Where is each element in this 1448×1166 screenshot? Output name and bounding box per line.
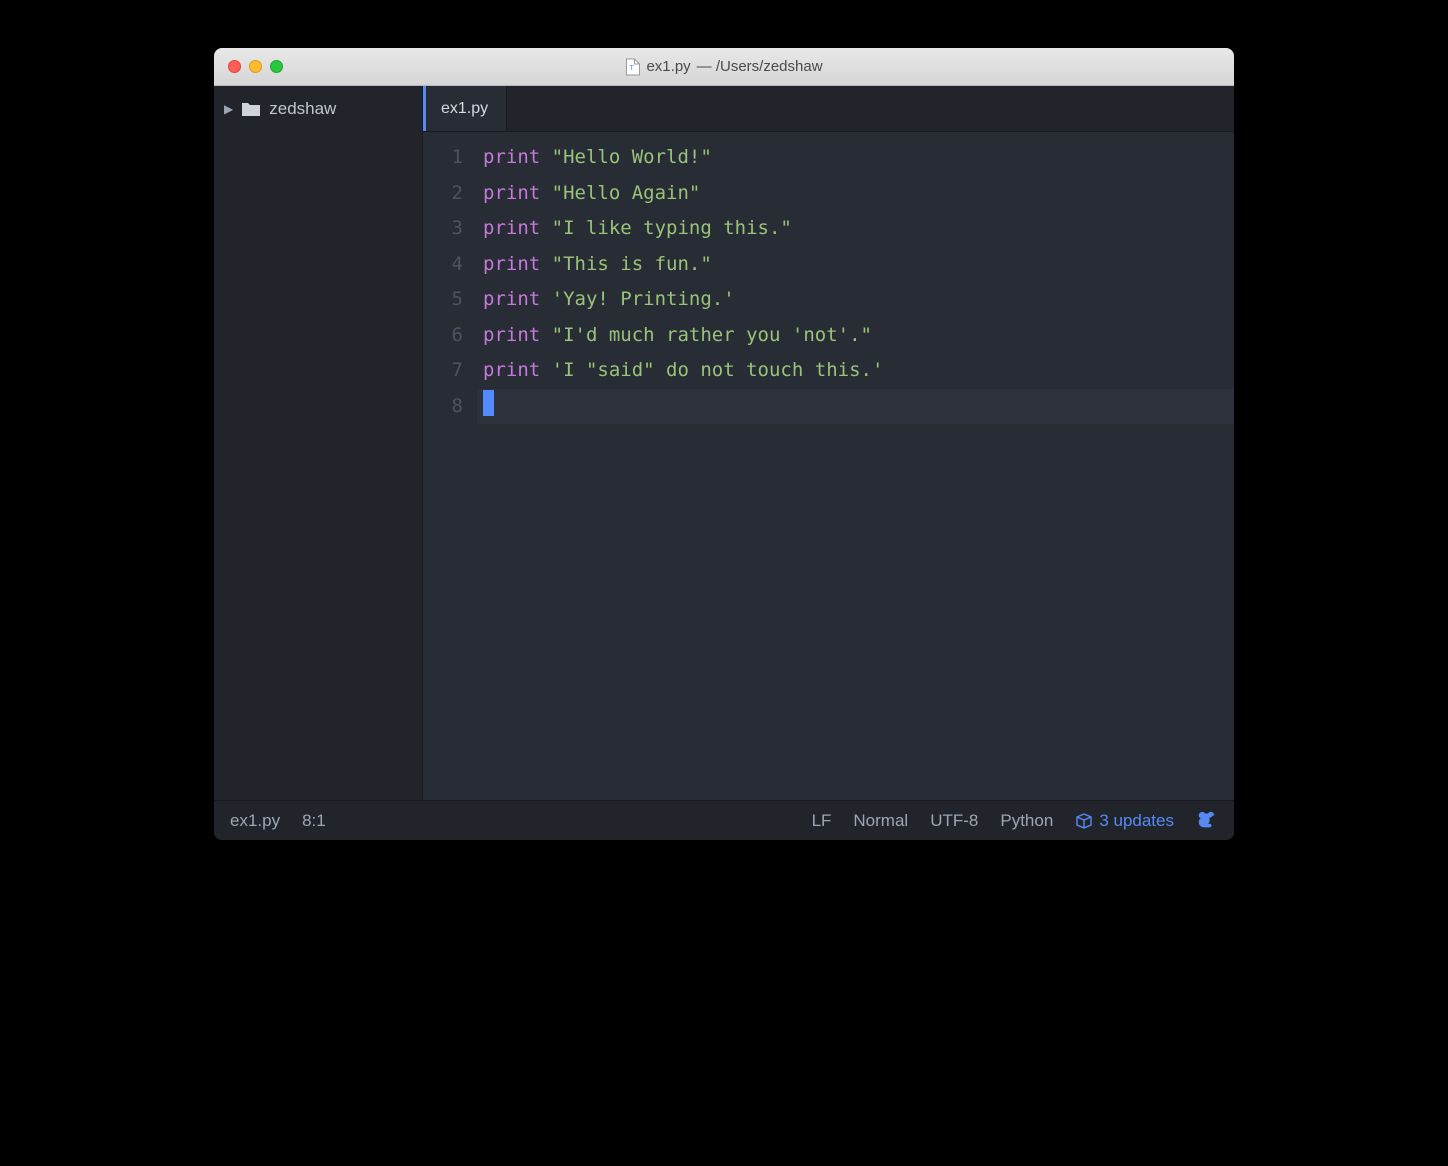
file-icon: T — [625, 58, 640, 76]
code-line[interactable]: print "This is fun." — [477, 247, 1234, 283]
line-number: 3 — [423, 211, 463, 247]
editor-column: ex1.py 12345678 print "Hello World!"prin… — [423, 86, 1234, 800]
titlebar: T ex1.py — /Users/zedshaw — [214, 48, 1234, 86]
status-grammar[interactable]: Python — [1000, 811, 1053, 831]
package-icon — [1075, 812, 1093, 830]
code-line[interactable]: print "Hello World!" — [477, 140, 1234, 176]
string-literal: "Hello World!" — [552, 146, 712, 168]
traffic-lights — [228, 60, 283, 73]
editor-window: T ex1.py — /Users/zedshaw ▶ zedshaw ex1.… — [214, 48, 1234, 840]
minimize-window-button[interactable] — [249, 60, 262, 73]
updates-label: 3 updates — [1099, 811, 1174, 831]
keyword: print — [483, 324, 540, 346]
string-literal: "I'd much rather you 'not'." — [552, 324, 872, 346]
string-literal: "Hello Again" — [552, 182, 701, 204]
status-line-ending[interactable]: LF — [812, 811, 832, 831]
line-number: 7 — [423, 353, 463, 389]
tree-root-folder[interactable]: ▶ zedshaw — [214, 86, 422, 132]
window-title: T ex1.py — /Users/zedshaw — [625, 58, 822, 76]
string-literal: "I like typing this." — [552, 217, 792, 239]
keyword: print — [483, 182, 540, 204]
string-literal: 'Yay! Printing.' — [552, 288, 735, 310]
code-line[interactable]: print 'Yay! Printing.' — [477, 282, 1234, 318]
chevron-right-icon: ▶ — [224, 102, 233, 116]
editor-area[interactable]: 12345678 print "Hello World!"print "Hell… — [423, 132, 1234, 800]
code-line[interactable]: print "I like typing this." — [477, 211, 1234, 247]
close-window-button[interactable] — [228, 60, 241, 73]
line-number: 6 — [423, 318, 463, 354]
svg-text:T: T — [629, 65, 634, 72]
statusbar: ex1.py 8:1 LF Normal UTF-8 Python 3 upda… — [214, 800, 1234, 840]
title-path: — /Users/zedshaw — [697, 58, 823, 75]
keyword: print — [483, 288, 540, 310]
code-area[interactable]: print "Hello World!"print "Hello Again"p… — [477, 132, 1234, 800]
title-filename: ex1.py — [646, 58, 690, 75]
maximize-window-button[interactable] — [270, 60, 283, 73]
line-number: 5 — [423, 282, 463, 318]
status-filename[interactable]: ex1.py — [230, 811, 280, 831]
line-number: 1 — [423, 140, 463, 176]
gutter: 12345678 — [423, 132, 477, 800]
tab-label: ex1.py — [441, 100, 488, 118]
keyword: print — [483, 253, 540, 275]
keyword: print — [483, 359, 540, 381]
body-area: ▶ zedshaw ex1.py 12345678 print "Hello W… — [214, 86, 1234, 800]
sidebar: ▶ zedshaw — [214, 86, 423, 800]
status-cursor-position[interactable]: 8:1 — [302, 811, 326, 831]
string-literal: "This is fun." — [552, 253, 712, 275]
line-number: 8 — [423, 389, 463, 425]
code-line[interactable]: print "Hello Again" — [477, 176, 1234, 212]
line-number: 4 — [423, 247, 463, 283]
squirrel-icon[interactable] — [1196, 810, 1218, 832]
code-line[interactable]: print 'I "said" do not touch this.' — [477, 353, 1234, 389]
keyword: print — [483, 146, 540, 168]
string-literal: 'I "said" do not touch this.' — [552, 359, 884, 381]
tree-root-label: zedshaw — [269, 99, 336, 119]
code-line[interactable] — [477, 389, 1234, 425]
code-line[interactable]: print "I'd much rather you 'not'." — [477, 318, 1234, 354]
tab-ex1[interactable]: ex1.py — [423, 86, 507, 131]
line-number: 2 — [423, 176, 463, 212]
folder-icon — [241, 101, 261, 117]
status-updates[interactable]: 3 updates — [1075, 811, 1174, 831]
tabbar: ex1.py — [423, 86, 1234, 132]
status-insert-mode[interactable]: Normal — [853, 811, 908, 831]
status-encoding[interactable]: UTF-8 — [930, 811, 978, 831]
keyword: print — [483, 217, 540, 239]
cursor — [483, 390, 494, 416]
